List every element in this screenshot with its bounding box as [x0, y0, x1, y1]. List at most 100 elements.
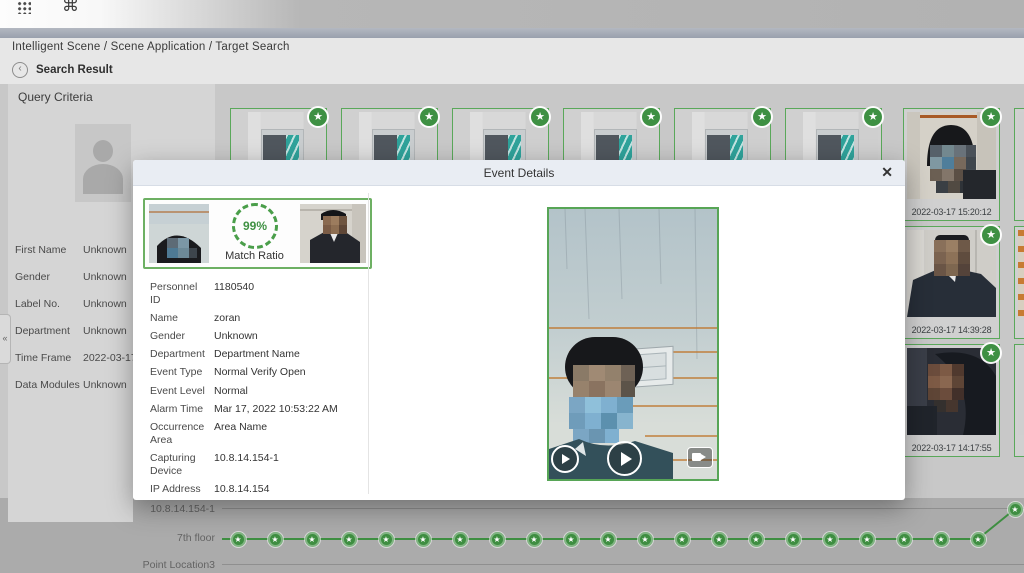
timeline-event-marker[interactable]: ★ [490, 532, 505, 547]
detail-row: Personnel ID 1180540 [150, 278, 360, 309]
edge-snapshot [1018, 348, 1024, 435]
match-ratio-label: Match Ratio [225, 250, 284, 262]
result-card[interactable]: 2022-03-17 14:17:55★ [903, 344, 1000, 457]
timeline-row-label: 10.8.14.154-1 [85, 503, 215, 515]
timeline-event-marker[interactable]: ★ [527, 532, 542, 547]
panel-title: Query Criteria [18, 90, 93, 104]
star-badge-icon: ★ [982, 108, 1000, 126]
page-title: Search Result [36, 64, 113, 76]
detail-label: Capturing Device [150, 452, 208, 478]
field-label: Time Frame [15, 352, 83, 365]
modal-header: Event Details ✕ [133, 160, 905, 186]
result-card[interactable]: 2022-03-17 15:20:12 ★ [903, 108, 1000, 221]
event-photo [547, 207, 719, 481]
star-badge-icon: ★ [420, 108, 438, 126]
breadcrumb[interactable]: Intelligent Scene / Scene Application / … [12, 41, 290, 53]
field-value: Unknown [83, 298, 127, 311]
field-value: Unknown [83, 379, 127, 392]
detail-row: Department Department Name [150, 346, 360, 364]
back-button[interactable]: ‹ [12, 62, 28, 78]
timeline-event-marker[interactable]: ★ [860, 532, 875, 547]
result-card[interactable]: 2★ [1014, 226, 1024, 339]
face-snapshot [907, 230, 996, 317]
timeline-event-marker[interactable]: ★ [231, 532, 246, 547]
detail-label: Event Level [150, 385, 208, 398]
detail-label: IP Address [150, 483, 208, 496]
detail-row: Name zoran [150, 309, 360, 327]
card-timestamp: 2022-03-17 14:17:55 [904, 443, 999, 453]
captured-face-photo [149, 204, 209, 263]
timeline-event-marker[interactable]: ★ [823, 532, 838, 547]
detail-value: zoran [214, 312, 240, 325]
field-value: Unknown [83, 244, 127, 257]
detail-value: 10.8.14.154-1 [214, 452, 279, 478]
timeline-event-marker[interactable]: ★ [971, 532, 986, 547]
detail-value: Department Name [214, 348, 300, 361]
field-label: Label No. [15, 298, 83, 311]
card-timestamp: 2022-03-17 14:39:28 [904, 325, 999, 335]
timeline-event-marker[interactable]: ★ [305, 532, 320, 547]
timeline-event-marker[interactable]: ★ [268, 532, 283, 547]
detail-value: 1180540 [214, 281, 254, 307]
detail-label: Personnel ID [150, 281, 208, 307]
modal-title: Event Details [133, 166, 905, 180]
detail-label: Occurrence Area [150, 421, 208, 447]
timeline-event-marker[interactable]: ★ [342, 532, 357, 547]
detail-row: IP Address 10.8.14.154 [150, 481, 360, 499]
card-timestamp: 2022-03-17 15:20:12 [904, 207, 999, 217]
timeline-row-label: Point Location3 [85, 559, 215, 571]
breadcrumb-bar: Intelligent Scene / Scene Application / … [0, 38, 1024, 85]
detail-label: Department [150, 348, 208, 361]
command-icon[interactable]: ⌘ [62, 0, 79, 16]
timeline-event-marker[interactable]: ★ [638, 532, 653, 547]
timeline-event-marker[interactable]: ★ [712, 532, 727, 547]
match-comparison: 99% Match Ratio [143, 198, 372, 269]
modal-divider [368, 193, 369, 494]
timeline-event-marker[interactable]: ★ [675, 532, 690, 547]
detail-row: Occurrence Area Area Name [150, 418, 360, 449]
detail-value: Mar 17, 2022 10:53:22 AM [214, 403, 338, 416]
star-badge-icon: ★ [642, 108, 660, 126]
timeline-event-marker[interactable]: ★ [934, 532, 949, 547]
collapse-sidebar-button[interactable]: « [0, 314, 11, 364]
card-timestamp: 2 [1015, 325, 1024, 335]
timeline-event-marker[interactable]: ★ [786, 532, 801, 547]
timeline-event-marker[interactable]: ★ [601, 532, 616, 547]
replay-icon[interactable] [607, 441, 642, 476]
detail-value: Normal [214, 385, 248, 398]
match-ratio-gauge: 99% [229, 200, 281, 252]
detail-row: Event Type Normal Verify Open [150, 364, 360, 382]
timeline-event-marker[interactable]: ★ [1008, 502, 1023, 517]
result-card[interactable]: 2★ [1014, 108, 1024, 221]
close-icon[interactable]: ✕ [881, 164, 893, 181]
result-card[interactable]: 2★ [1014, 344, 1024, 457]
detail-label: Name [150, 312, 208, 325]
face-snapshot [907, 348, 996, 435]
timeline-event-marker[interactable]: ★ [416, 532, 431, 547]
detail-row: Alarm Time Mar 17, 2022 10:53:22 AM [150, 400, 360, 418]
event-details-modal: Event Details ✕ 99% Match Ratio [133, 160, 905, 500]
timeline-event-marker[interactable]: ★ [564, 532, 579, 547]
edge-snapshot [1018, 230, 1024, 317]
detail-label: Gender [150, 330, 208, 343]
timeline-event-marker[interactable]: ★ [379, 532, 394, 547]
camera-icon[interactable] [687, 447, 713, 468]
edge-snapshot [1018, 112, 1024, 199]
detail-row: Event Level Normal [150, 382, 360, 400]
field-value: 2022-03-17 [83, 352, 137, 365]
timeline-event-marker[interactable]: ★ [897, 532, 912, 547]
result-card[interactable]: 2022-03-17 14:39:28 ★ [903, 226, 1000, 339]
apps-grid-icon[interactable] [17, 1, 31, 14]
star-badge-icon: ★ [753, 108, 771, 126]
timeline-line [222, 508, 1024, 509]
top-bar: ⌘ [0, 0, 1024, 28]
play-icon[interactable] [551, 445, 579, 473]
detail-row: Capturing Device 10.8.14.154-1 [150, 450, 360, 481]
top-bar-shadow [0, 28, 1024, 38]
card-timestamp: 2 [1015, 207, 1024, 217]
timeline-event-marker[interactable]: ★ [453, 532, 468, 547]
field-value: Unknown [83, 325, 127, 338]
timeline-event-marker[interactable]: ★ [749, 532, 764, 547]
star-badge-icon: ★ [309, 108, 327, 126]
star-badge-icon: ★ [982, 226, 1000, 244]
